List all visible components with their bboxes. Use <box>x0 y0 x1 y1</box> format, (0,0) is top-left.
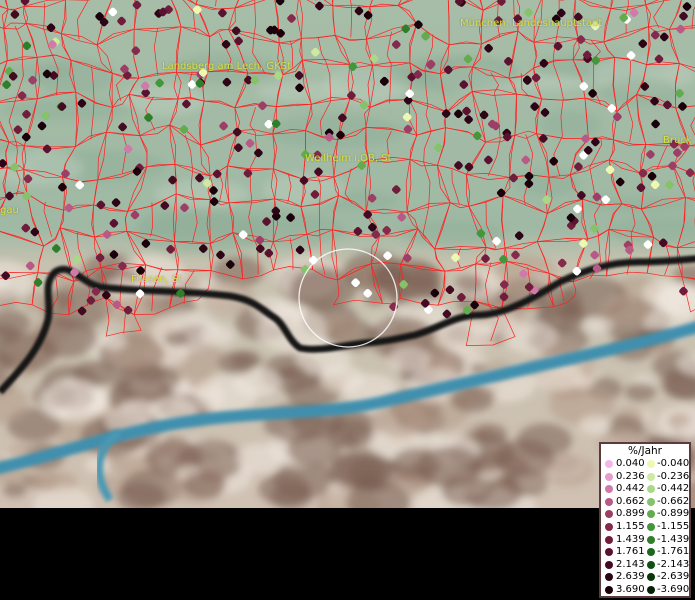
label-fuessen: Füssen, St <box>131 274 183 285</box>
legend-swatch-positive <box>605 573 613 582</box>
legend-row: 1.155 -1.155 <box>601 521 689 534</box>
label-weilheim: Weilheim i.OB, St <box>305 153 392 164</box>
legend-swatch-positive <box>605 485 613 494</box>
legend-row: 0.236 -0.236 <box>601 471 689 484</box>
legend-swatch-negative <box>647 535 655 544</box>
label-muenchen: München, Landeshauptstadt <box>460 18 603 29</box>
legend-value-positive: 0.442 <box>616 483 645 495</box>
label-bruck: Bruck <box>663 135 692 146</box>
legend-swatch-negative <box>647 485 655 494</box>
relief-patch <box>101 334 127 351</box>
relief-patch <box>667 413 691 428</box>
legend-swatch-positive <box>605 497 613 506</box>
relief-patch <box>40 380 106 422</box>
legend-value-positive: 0.899 <box>616 508 645 520</box>
legend-swatch-positive <box>605 522 613 531</box>
legend-row: 1.439 -1.439 <box>601 534 689 547</box>
legend-row: 2.639 -2.639 <box>601 571 689 584</box>
relief-patch <box>163 331 189 347</box>
lowland-shade <box>266 114 403 150</box>
legend-swatch-negative <box>647 460 655 468</box>
legend-value-negative: -2.639 <box>657 571 690 583</box>
lowland-shade <box>387 56 521 92</box>
legend-swatch-positive <box>605 460 613 468</box>
legend-value-positive: 1.155 <box>616 520 645 532</box>
legend-swatch-negative <box>647 510 655 519</box>
legend-value-positive: 2.639 <box>616 571 645 583</box>
relief-patch <box>503 320 557 354</box>
label-landsberg: Landsberg am Lech, GKSt <box>162 61 291 72</box>
legend-swatch-negative <box>647 573 655 582</box>
legend-row: 3.690 -3.690 <box>601 584 689 597</box>
relief-patch <box>28 471 60 492</box>
legend-value-positive: 2.143 <box>616 558 645 570</box>
legend-swatch-positive <box>605 585 613 594</box>
relief-patch <box>235 443 284 474</box>
relief-patch <box>258 473 311 506</box>
relief-patch <box>468 322 492 337</box>
legend-value-positive: 3.690 <box>616 583 645 595</box>
relief-patch <box>3 482 27 498</box>
map-viewport[interactable]: München, Landeshauptstadt Landsberg am L… <box>0 0 695 508</box>
relief-patch <box>327 454 384 490</box>
legend-value-positive: 0.040 <box>616 458 645 469</box>
lowland-shade <box>398 220 505 246</box>
legend-value-positive: 1.761 <box>616 546 645 558</box>
relief-patch <box>282 365 307 380</box>
legend-row: 2.143 -2.143 <box>601 559 689 572</box>
relief-patch <box>218 351 256 375</box>
legend-swatch-negative <box>647 472 655 481</box>
relief-patch <box>579 415 611 435</box>
legend-value-negative: -1.155 <box>657 520 690 532</box>
relief-patch <box>22 291 59 314</box>
relief-patch <box>195 375 258 414</box>
legend-row: 1.761 -1.761 <box>601 546 689 559</box>
legend-row: 0.442 -0.442 <box>601 483 689 496</box>
legend-value-positive: 0.236 <box>616 470 645 482</box>
label-west-partial: gau <box>0 205 19 216</box>
relief-patch <box>387 345 431 373</box>
legend-row: 0.899 -0.899 <box>601 508 689 521</box>
relief-patch <box>601 294 652 326</box>
legend-row: 0.662 -0.662 <box>601 496 689 509</box>
legend-swatch-negative <box>647 548 655 557</box>
legend-swatch-positive <box>605 510 613 519</box>
legend-value-negative: -1.761 <box>657 546 690 558</box>
legend-title: %/Jahr <box>627 445 663 457</box>
relief-patch <box>320 364 364 392</box>
legend-value-negative: -0.040 <box>657 458 690 469</box>
legend-value-negative: -3.690 <box>657 583 690 595</box>
legend-row: 0.040 -0.040 <box>601 458 689 471</box>
legend-value-negative: -0.442 <box>657 483 690 495</box>
legend-value-positive: 0.662 <box>616 495 645 507</box>
legend-swatch-positive <box>605 560 613 569</box>
legend-value-negative: -1.439 <box>657 533 690 545</box>
legend-swatch-positive <box>605 535 613 544</box>
legend-swatch-negative <box>647 560 655 569</box>
map-canvas[interactable] <box>0 0 695 508</box>
legend-value-positive: 1.439 <box>616 533 645 545</box>
legend-value-negative: -0.236 <box>657 470 690 482</box>
relief-patch <box>495 439 555 477</box>
relief-patch <box>199 324 235 347</box>
legend-swatch-positive <box>605 472 613 481</box>
bottom-black-area <box>0 508 695 600</box>
legend-value-negative: -0.899 <box>657 508 690 520</box>
legend: %/Jahr 0.040 -0.040 0.236 -0.236 0.442 -0.442… <box>599 442 691 598</box>
relief-patch <box>416 446 483 488</box>
legend-value-negative: -0.662 <box>657 495 690 507</box>
relief-patch <box>324 316 360 339</box>
legend-value-negative: -2.143 <box>657 558 690 570</box>
relief-patch <box>625 382 656 402</box>
legend-swatch-negative <box>647 585 655 594</box>
legend-swatch-negative <box>647 522 655 531</box>
legend-swatch-positive <box>605 548 613 557</box>
legend-swatch-negative <box>647 497 655 506</box>
relief-patch <box>182 471 226 499</box>
relief-patch <box>454 273 485 293</box>
legend-rows: 0.040 -0.040 0.236 -0.236 0.442 -0.442 0.662 -0… <box>601 458 689 597</box>
